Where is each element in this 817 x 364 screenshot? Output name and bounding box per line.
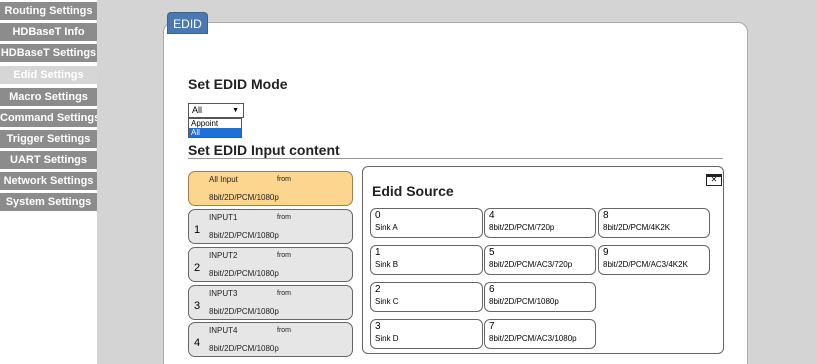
input-number: 3 (194, 300, 201, 312)
input-from-label: from (277, 176, 291, 183)
input-name: All Input (209, 175, 238, 184)
source-button-1[interactable]: 1 Sink B (370, 245, 483, 275)
source-id: 1 (375, 247, 381, 258)
mode-section-title: Set EDID Mode (188, 76, 288, 92)
sidebar-item-command-settings[interactable]: Command Settings (0, 109, 97, 128)
tab-edid[interactable]: EDID (167, 12, 208, 34)
input-number: 4 (194, 337, 201, 349)
source-button-3[interactable]: 3 Sink D (370, 319, 483, 349)
input-number: 1 (194, 224, 201, 236)
section-divider (188, 158, 723, 159)
input-1-button[interactable]: 1 INPUT1 from 8bit/2D/PCM/1080p (188, 209, 353, 244)
input-from-label: from (277, 214, 291, 221)
sidebar-item-macro-settings[interactable]: Macro Settings (0, 88, 97, 107)
source-label: Sink C (375, 297, 399, 306)
input-format: 8bit/2D/PCM/1080p (209, 269, 279, 278)
source-button-7[interactable]: 7 8bit/2D/PCM/AC3/1080p (484, 319, 596, 349)
source-label: 8bit/2D/PCM/720p (489, 223, 555, 232)
source-label: Sink D (375, 334, 399, 343)
input-4-button[interactable]: 4 INPUT4 from 8bit/2D/PCM/1080p (188, 322, 353, 357)
source-button-4[interactable]: 4 8bit/2D/PCM/720p (484, 208, 596, 238)
sidebar-item-uart-settings[interactable]: UART Settings (0, 151, 97, 170)
source-id: 2 (375, 284, 381, 295)
source-button-0[interactable]: 0 Sink A (370, 208, 483, 238)
source-button-5[interactable]: 5 8bit/2D/PCM/AC3/720p (484, 245, 596, 275)
edid-mode-dropdown[interactable]: Appoint All (188, 118, 242, 138)
input-name: INPUT3 (209, 289, 238, 298)
source-id: 5 (489, 247, 495, 258)
source-label: 8bit/2D/PCM/AC3/720p (489, 260, 573, 269)
dropdown-option-appoint[interactable]: Appoint (189, 119, 241, 128)
source-button-8[interactable]: 8 8bit/2D/PCM/4K2K (598, 208, 710, 238)
source-label: 8bit/2D/PCM/AC3/1080p (489, 334, 577, 343)
input-name: INPUT4 (209, 326, 238, 335)
content-section-title: Set EDID Input content (188, 142, 340, 158)
source-id: 0 (375, 210, 381, 221)
input-from-label: from (277, 327, 291, 334)
sidebar-item-system-settings[interactable]: System Settings (0, 193, 97, 212)
source-id: 9 (603, 247, 609, 258)
dropdown-option-all[interactable]: All (189, 128, 241, 137)
sidebar-item-network-settings[interactable]: Network Settings (0, 172, 97, 191)
sidebar-item-edid-settings[interactable]: Edid Settings (0, 66, 97, 85)
close-window-icon[interactable]: ✕ (706, 174, 722, 186)
input-number: 2 (194, 262, 201, 274)
source-button-2[interactable]: 2 Sink C (370, 282, 483, 312)
source-label: 8bit/2D/PCM/AC3/4K2K (603, 260, 688, 269)
sidebar-nav: Routing Settings HDBaseT Info HDBaseT Se… (0, 0, 97, 364)
source-button-9[interactable]: 9 8bit/2D/PCM/AC3/4K2K (598, 245, 710, 275)
source-id: 6 (489, 284, 495, 295)
sidebar-item-hdbaset-settings[interactable]: HDBaseT Settings (0, 44, 97, 63)
source-id: 3 (375, 321, 381, 332)
chevron-down-icon: ▼ (232, 107, 239, 114)
input-name: INPUT2 (209, 251, 238, 260)
source-label: 8bit/2D/PCM/4K2K (603, 223, 671, 232)
edid-mode-select[interactable]: All ▼ (188, 103, 244, 118)
input-name: INPUT1 (209, 213, 238, 222)
input-from-label: from (277, 290, 291, 297)
source-id: 7 (489, 321, 495, 332)
source-label: 8bit/2D/PCM/1080p (489, 297, 559, 306)
input-format: 8bit/2D/PCM/1080p (209, 193, 279, 202)
edid-source-title: Edid Source (372, 183, 454, 199)
source-label: Sink A (375, 223, 398, 232)
edid-mode-value: All (192, 105, 203, 115)
source-button-6[interactable]: 6 8bit/2D/PCM/1080p (484, 282, 596, 312)
input-format: 8bit/2D/PCM/1080p (209, 344, 279, 353)
input-all-button[interactable]: All Input from 8bit/2D/PCM/1080p (188, 171, 353, 206)
sidebar-item-routing-settings[interactable]: Routing Settings (0, 2, 97, 21)
sidebar-item-hdbaset-info[interactable]: HDBaseT Info (0, 23, 97, 42)
input-3-button[interactable]: 3 INPUT3 from 8bit/2D/PCM/1080p (188, 285, 353, 320)
input-format: 8bit/2D/PCM/1080p (209, 231, 279, 240)
source-id: 4 (489, 210, 495, 221)
input-from-label: from (277, 252, 291, 259)
sidebar-item-trigger-settings[interactable]: Trigger Settings (0, 130, 97, 149)
source-label: Sink B (375, 260, 399, 269)
input-format: 8bit/2D/PCM/1080p (209, 307, 279, 316)
input-2-button[interactable]: 2 INPUT2 from 8bit/2D/PCM/1080p (188, 247, 353, 282)
source-id: 8 (603, 210, 609, 221)
